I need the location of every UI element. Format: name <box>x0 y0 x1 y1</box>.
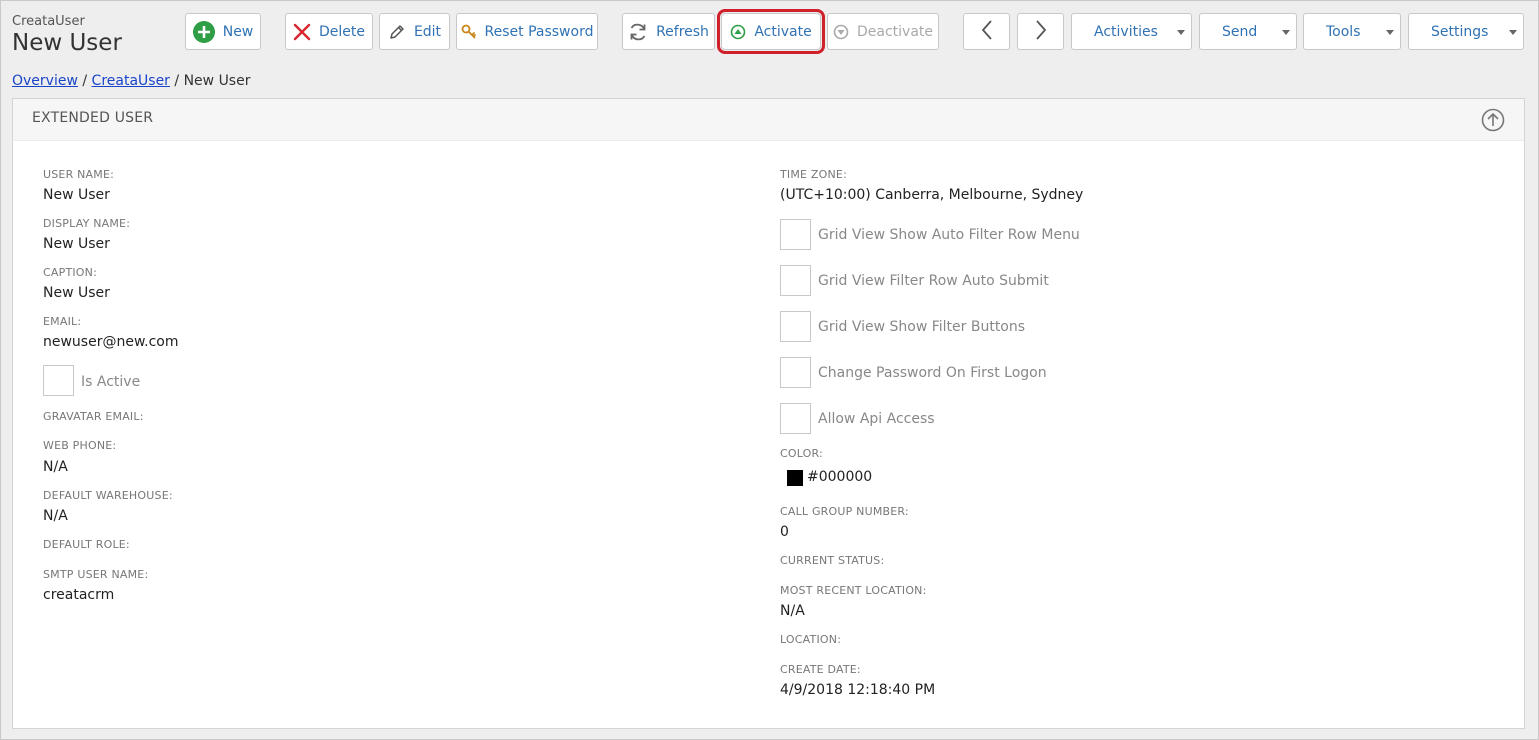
plus-circle-icon <box>192 20 215 43</box>
send-label: Send <box>1222 23 1258 40</box>
grid-auto-filter-menu-checkbox[interactable] <box>780 219 811 250</box>
most-recent-location-label: MOST RECENT LOCATION: <box>780 584 927 597</box>
most-recent-location-value: N/A <box>780 603 805 619</box>
allow-api-access-checkbox[interactable] <box>780 403 811 434</box>
is-active-label: Is Active <box>81 374 141 390</box>
panel-title: EXTENDED USER <box>32 110 154 126</box>
page: CreataUser New User New Delete Edit Rese… <box>0 0 1539 740</box>
grid-auto-filter-menu-label: Grid View Show Auto Filter Row Menu <box>818 227 1080 243</box>
down-arrow-circle-icon <box>833 24 849 40</box>
time-zone-value: (UTC+10:00) Canberra, Melbourne, Sydney <box>780 187 1084 203</box>
edit-button[interactable]: Edit <box>379 13 450 50</box>
caret-down-icon <box>1177 30 1185 35</box>
refresh-icon <box>628 22 648 42</box>
chevron-right-icon <box>1034 19 1048 45</box>
color-label: COLOR: <box>780 447 823 460</box>
activities-label: Activities <box>1094 23 1158 40</box>
deactivate-button[interactable]: Deactivate <box>827 13 939 50</box>
breadcrumb-overview-link[interactable]: Overview <box>12 73 78 89</box>
reset-password-label: Reset Password <box>484 23 594 40</box>
new-button[interactable]: New <box>185 13 261 50</box>
key-icon <box>461 24 477 40</box>
smtp-user-name-value: creatacrm <box>43 587 115 603</box>
default-warehouse-label: DEFAULT WAREHOUSE: <box>43 489 173 502</box>
breadcrumb-separator: / <box>82 73 88 89</box>
color-value: #000000 <box>807 469 873 485</box>
up-arrow-circle-icon <box>730 24 746 40</box>
new-label: New <box>222 23 254 40</box>
panel-header: EXTENDED USER <box>13 99 1524 141</box>
time-zone-label: TIME ZONE: <box>780 168 847 181</box>
app-name: CreataUser <box>12 14 85 29</box>
refresh-label: Refresh <box>656 23 709 40</box>
delete-button[interactable]: Delete <box>285 13 373 50</box>
caption-value: New User <box>43 285 110 301</box>
create-date-label: CREATE DATE: <box>780 663 861 676</box>
settings-label: Settings <box>1431 23 1489 40</box>
activate-button[interactable]: Activate <box>717 9 825 54</box>
display-name-value: New User <box>43 236 110 252</box>
grid-filter-auto-submit-label: Grid View Filter Row Auto Submit <box>818 273 1049 289</box>
grid-show-filter-buttons-checkbox[interactable] <box>780 311 811 342</box>
pencil-icon <box>388 23 406 41</box>
arrow-up-circle-icon[interactable] <box>1481 108 1505 132</box>
reset-password-button[interactable]: Reset Password <box>456 13 598 50</box>
call-group-number-value: 0 <box>780 524 789 540</box>
activities-dropdown[interactable]: Activities <box>1071 13 1192 50</box>
create-date-value: 4/9/2018 12:18:40 PM <box>780 682 936 698</box>
breadcrumb: Overview / CreataUser / New User <box>12 73 250 89</box>
settings-dropdown[interactable]: Settings <box>1408 13 1524 50</box>
next-button[interactable] <box>1017 13 1064 50</box>
change-password-checkbox[interactable] <box>780 357 811 388</box>
grid-show-filter-buttons-label: Grid View Show Filter Buttons <box>818 319 1026 335</box>
delete-label: Delete <box>319 23 365 40</box>
activate-label: Activate <box>754 23 812 40</box>
location-label: LOCATION: <box>780 633 842 646</box>
refresh-button[interactable]: Refresh <box>622 13 715 50</box>
send-dropdown[interactable]: Send <box>1199 13 1297 50</box>
deactivate-label: Deactivate <box>856 23 933 40</box>
user-name-value: New User <box>43 187 110 203</box>
edit-label: Edit <box>413 23 442 40</box>
tools-label: Tools <box>1326 23 1361 40</box>
is-active-checkbox[interactable] <box>43 365 74 396</box>
x-icon <box>293 23 311 41</box>
extended-user-panel: EXTENDED USER USER NAME: New User DISPLA… <box>12 98 1525 729</box>
user-name-label: USER NAME: <box>43 168 115 181</box>
smtp-user-name-label: SMTP USER NAME: <box>43 568 149 581</box>
default-role-label: DEFAULT ROLE: <box>43 538 130 551</box>
web-phone-value: N/A <box>43 459 68 475</box>
tools-dropdown[interactable]: Tools <box>1303 13 1401 50</box>
allow-api-access-label: Allow Api Access <box>818 411 935 427</box>
current-status-label: CURRENT STATUS: <box>780 554 885 567</box>
caret-down-icon <box>1282 30 1290 35</box>
call-group-number-label: CALL GROUP NUMBER: <box>780 505 909 518</box>
caption-label: CAPTION: <box>43 266 97 279</box>
breadcrumb-creatauser-link[interactable]: CreataUser <box>92 73 170 89</box>
caret-down-icon <box>1386 30 1394 35</box>
caret-down-icon <box>1509 30 1517 35</box>
email-label: EMAIL: <box>43 315 82 328</box>
change-password-label: Change Password On First Logon <box>818 365 1047 381</box>
chevron-left-icon <box>980 19 994 45</box>
color-swatch <box>787 470 803 486</box>
display-name-label: DISPLAY NAME: <box>43 217 131 230</box>
web-phone-label: WEB PHONE: <box>43 439 117 452</box>
record-title: New User <box>12 30 122 56</box>
breadcrumb-separator: / <box>174 73 180 89</box>
gravatar-email-label: GRAVATAR EMAIL: <box>43 410 144 423</box>
breadcrumb-current: New User <box>183 73 251 89</box>
default-warehouse-value: N/A <box>43 508 68 524</box>
email-value: newuser@new.com <box>43 334 179 350</box>
grid-filter-auto-submit-checkbox[interactable] <box>780 265 811 296</box>
previous-button[interactable] <box>963 13 1010 50</box>
